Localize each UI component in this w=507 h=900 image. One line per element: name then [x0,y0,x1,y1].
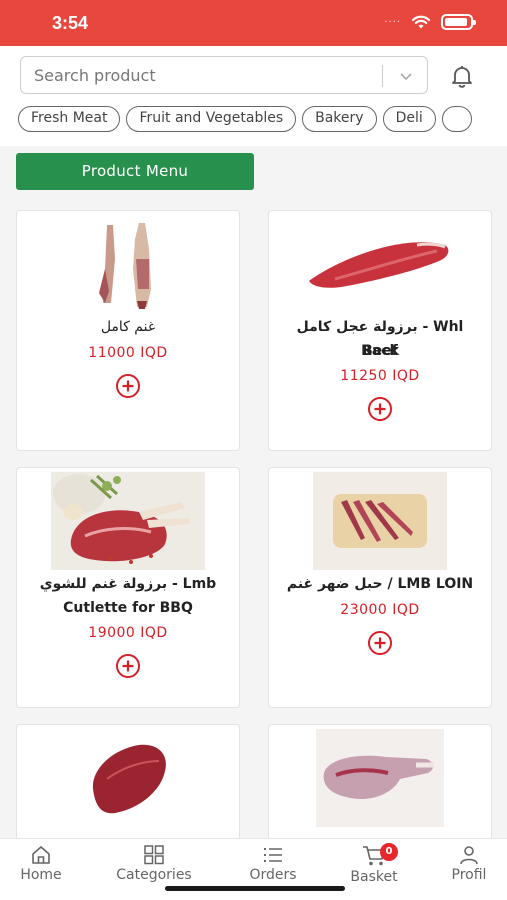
category-chips: Fresh Meat Fruit and Vegetables Bakery Deli [18,106,507,132]
product-image [99,223,151,309]
home-indicator [165,886,345,891]
wifi-icon [411,15,431,29]
tab-orders[interactable]: Orders [240,845,306,883]
product-image [313,472,447,570]
product-name: حبل ضهر غنم / LMB LOIN [286,576,474,592]
product-name-line2: Cutlette for BBQ [63,600,193,616]
status-bar: 3:54 ···· [0,0,507,46]
product-image [92,744,166,814]
product-name-line2: Rack [361,343,399,359]
person-icon [460,846,478,865]
product-card[interactable]: غنم كامل 11000 IQD [16,210,240,451]
category-chip[interactable]: Bakery [302,106,377,132]
product-name: غنم كامل [100,319,156,335]
product-menu-button[interactable]: Product Menu [16,153,254,190]
product-price: 11250 IQD [340,368,420,384]
product-image [51,472,205,570]
category-chip[interactable]: Fruit and Vegetables [126,106,297,132]
tab-label: Basket [350,869,398,885]
tab-label: Profil [451,867,487,883]
tab-label: Home [20,867,62,883]
product-card[interactable]: برزولة غنم للشوي - Lmb Cutlette for BBQ … [16,467,240,708]
tab-profile[interactable]: Profil [442,845,496,883]
search-input[interactable]: Search product [20,56,428,94]
basket-count-badge: 0 [380,843,398,861]
tab-label: Categories [116,867,192,883]
tab-home[interactable]: Home [10,845,72,883]
tab-categories[interactable]: Categories [106,845,202,883]
battery-icon [441,14,476,30]
home-icon [32,846,50,864]
list-icon [264,848,282,862]
product-card[interactable]: حبل ضهر غنم / LMB LOIN 23000 IQD [268,467,492,708]
add-to-basket-icon[interactable] [115,653,141,679]
chevron-down-icon[interactable] [397,67,415,85]
add-to-basket-icon[interactable] [115,373,141,399]
product-name: برزولة غنم للشوي - Lmb [39,576,217,592]
bell-icon[interactable] [448,62,476,90]
search-placeholder: Search product [34,66,156,85]
category-chip-partial[interactable] [441,106,473,132]
category-chip[interactable]: Deli [382,106,436,132]
status-time: 3:54 [52,13,89,33]
header: Search product Fresh Meat Fruit and Veget… [0,46,507,146]
product-price: 23000 IQD [340,602,420,618]
tab-basket[interactable]: 0 Basket [342,843,406,885]
tab-label: Orders [249,867,297,883]
add-to-basket-icon[interactable] [367,630,393,656]
product-card[interactable]: برزولة عجل كامل - Whl Beef Rack 11250 IQ… [268,210,492,451]
search-divider [382,65,383,87]
product-image [316,729,444,827]
signal-icon: ···· [384,16,401,28]
grid-icon [144,845,164,865]
category-chip[interactable]: Fresh Meat [18,106,121,132]
product-price: 11000 IQD [88,345,168,361]
add-to-basket-icon[interactable] [367,396,393,422]
product-image [309,242,449,288]
product-price: 19000 IQD [88,625,168,641]
